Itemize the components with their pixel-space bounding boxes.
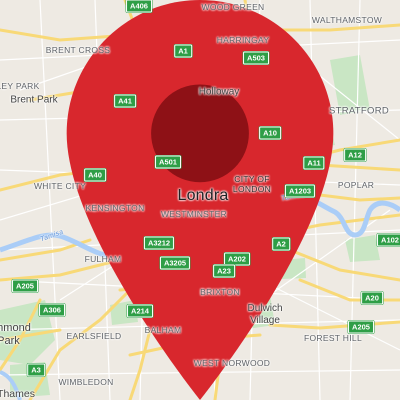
road-shield-a306: A306 xyxy=(39,303,65,317)
road-shield-a1: A1 xyxy=(174,44,192,58)
label-ley-park: LEY PARK xyxy=(0,81,40,91)
road-shield-a23: A23 xyxy=(213,264,235,278)
label-city-of-london: CITY OF LONDON xyxy=(232,174,272,194)
road-shield-a2: A2 xyxy=(272,237,290,251)
label-west-norwood: WEST NORWOOD xyxy=(193,358,271,368)
road-shield-a41: A41 xyxy=(114,94,136,108)
label-brent-cross: BRENT CROSS xyxy=(45,45,111,55)
label-poplar: POPLAR xyxy=(337,180,375,190)
road-shield-a12: A12 xyxy=(344,148,366,162)
road-shield-a3212: A3212 xyxy=(143,236,175,250)
road-shield-a10: A10 xyxy=(259,126,281,140)
road-shield-a501: A501 xyxy=(155,155,181,169)
road-shield-a3205: A3205 xyxy=(159,256,191,270)
label-stratford: STRATFORD xyxy=(328,105,390,117)
map-view[interactable]: WOOD GREEN WALTHAMSTOW HARRINGAY BRENT C… xyxy=(0,0,400,400)
label-city: Londra xyxy=(177,187,229,204)
label-balham: BALHAM xyxy=(144,325,182,335)
label-wood-green: WOOD GREEN xyxy=(201,2,265,12)
label-wimbledon: WIMBLEDON xyxy=(58,377,114,387)
road-shield-a3: A3 xyxy=(27,363,45,377)
road-shield-a102: A102 xyxy=(377,233,400,247)
road-shield-a503: A503 xyxy=(243,51,269,65)
road-shield-a205-east: A205 xyxy=(348,320,374,334)
label-richmond-park: hmond Park xyxy=(0,322,31,347)
label-forest-hill: FOREST HILL xyxy=(304,333,362,343)
road-shield-a40: A40 xyxy=(84,168,106,182)
road-shield-a11: A11 xyxy=(303,156,325,170)
road-shield-a205-west: A205 xyxy=(12,279,38,293)
label-fulham: FULHAM xyxy=(84,254,122,264)
label-walthamstow: WALTHAMSTOW xyxy=(311,15,383,25)
label-kensington: KENSINGTON xyxy=(85,203,145,213)
label-harringay: HARRINGAY xyxy=(216,35,270,45)
label-holloway: Holloway xyxy=(198,86,240,98)
road-shield-a20: A20 xyxy=(361,291,383,305)
label-white-city: WHITE CITY xyxy=(33,181,87,191)
road-shield-a214: A214 xyxy=(127,304,153,318)
label-thames-town: Thames xyxy=(0,388,35,400)
road-shield-a406: A406 xyxy=(126,0,152,13)
label-earlsfield: EARLSFIELD xyxy=(66,331,122,341)
label-brixton: BRIXTON xyxy=(200,287,240,297)
label-brent-park: Brent Park xyxy=(10,94,58,106)
road-shield-a1203: A1203 xyxy=(284,184,316,198)
label-dulwich-village: Dulwich Village xyxy=(247,303,283,326)
label-westminster: WESTMINSTER xyxy=(160,209,228,219)
